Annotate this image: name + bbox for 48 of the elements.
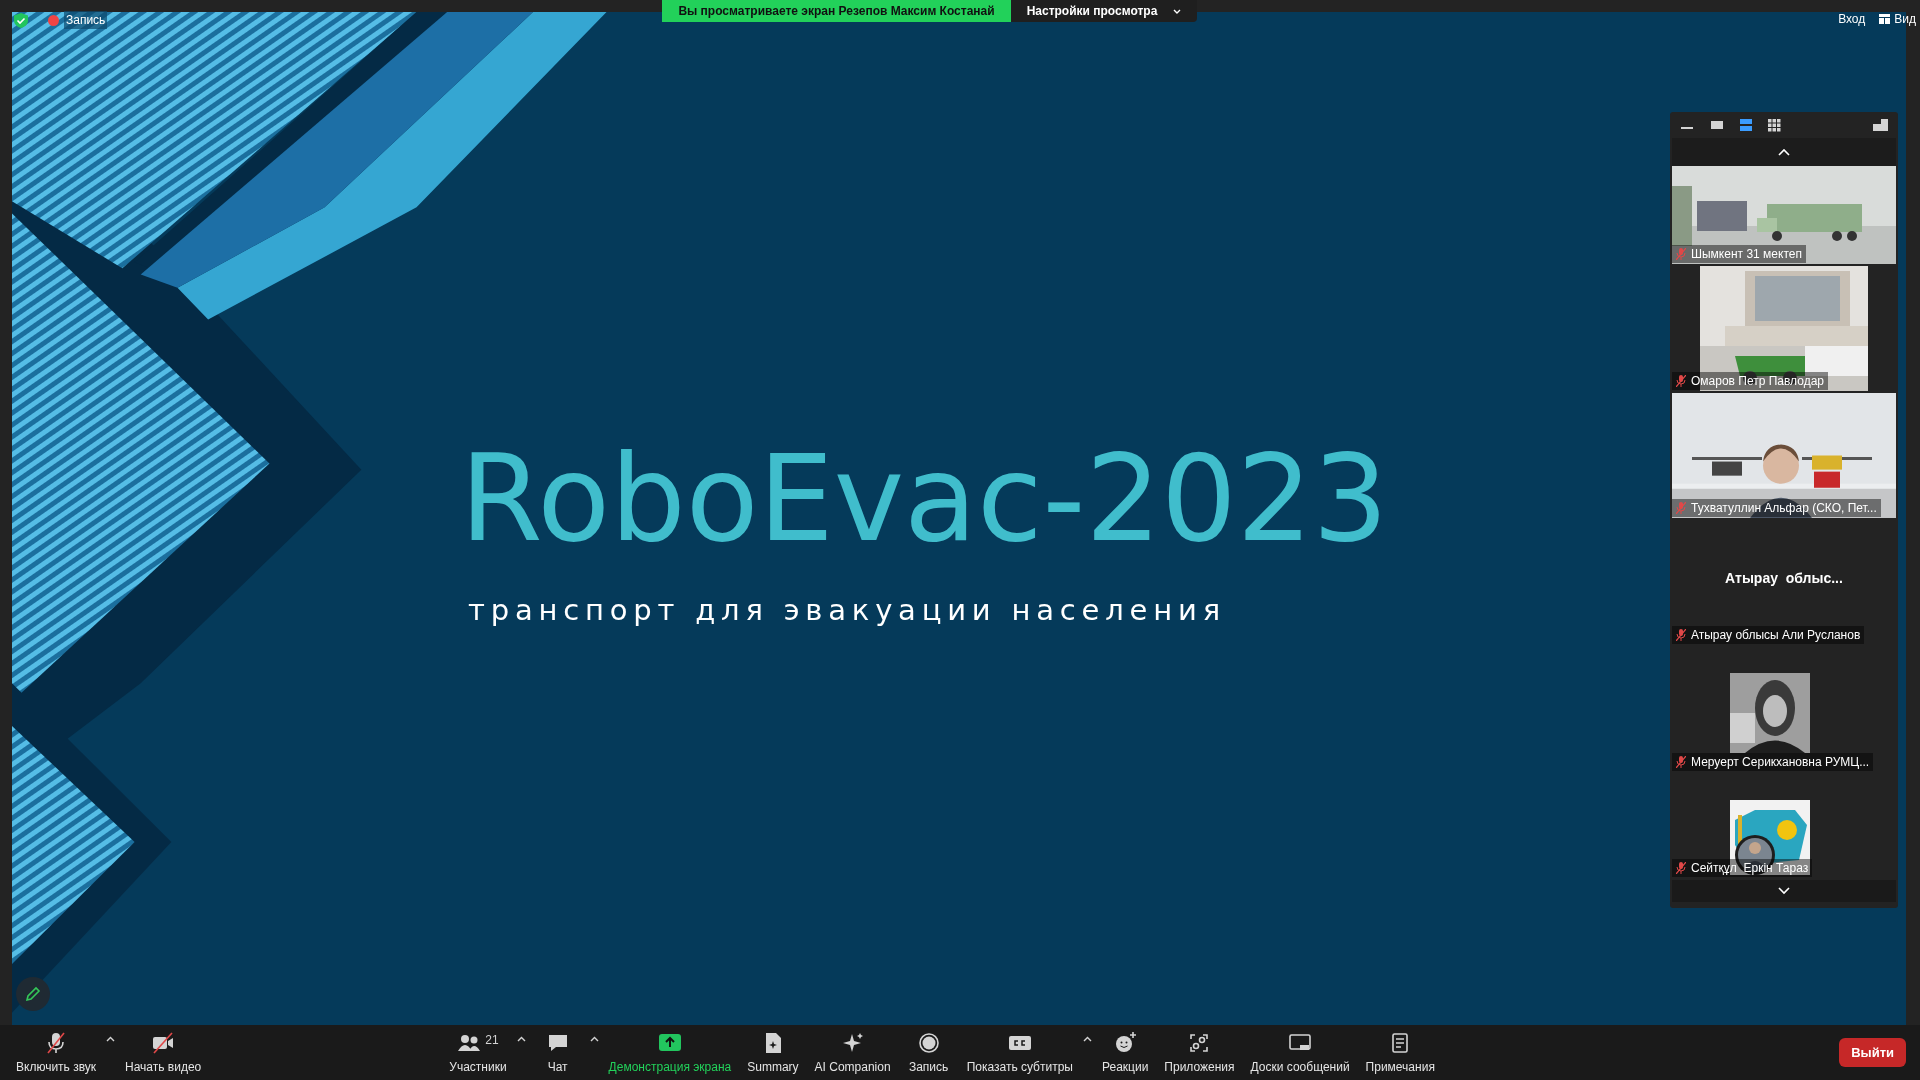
caret-button[interactable] (1081, 1035, 1094, 1042)
popout-icon[interactable] (1873, 119, 1888, 131)
caret-icon (516, 1035, 526, 1042)
slide-title: RoboEvac-2023 (460, 440, 1389, 559)
chevron-up-icon (1778, 148, 1790, 156)
speaker-view-icon[interactable] (1738, 118, 1753, 132)
toolbar-button[interactable]: Демонстрация экрана (600, 1025, 740, 1080)
chevron-down-icon (1778, 887, 1790, 895)
muted-microphone-icon (44, 1030, 68, 1055)
view-button[interactable]: Вид (1879, 10, 1916, 28)
grid-view-icon[interactable] (1767, 118, 1782, 132)
participant-count: 21 (485, 1031, 499, 1049)
participant-name: Меруерт Серикхановна РУМЦ... (1691, 754, 1870, 771)
toolbar-button[interactable]: Запись (898, 1025, 959, 1080)
toolbar-button[interactable]: Реакции (1094, 1025, 1157, 1080)
grid-view-icon (1879, 14, 1891, 24)
participant-display-name: Атырау облыс... (1725, 569, 1843, 588)
smiley-plus-icon (1113, 1030, 1138, 1055)
toolbar-button[interactable]: Показать субтитры (958, 1025, 1081, 1080)
toolbar-button[interactable]: Включить звук (8, 1025, 105, 1080)
video-off-icon (151, 1030, 176, 1055)
toolbar-button[interactable]: Чат (527, 1025, 588, 1080)
annotate-button[interactable] (16, 977, 50, 1011)
shield-icon (14, 12, 28, 28)
participant-name: Шымкент 31 мектеп (1691, 246, 1802, 263)
view-settings-button[interactable]: Настройки просмотра (1010, 0, 1198, 22)
caret-icon (106, 1035, 116, 1042)
recording-label: Запись (64, 11, 108, 29)
pencil-icon (25, 986, 41, 1002)
toolbar-button[interactable]: Summary (739, 1025, 807, 1080)
toolbar-button[interactable]: 21 Участники (441, 1025, 515, 1080)
toolbar-button[interactable]: Примечания (1357, 1025, 1443, 1080)
participant-name: Атырау облысы Али Русланов (1691, 627, 1861, 644)
toolbar-button[interactable]: Доски сообщений (1242, 1025, 1358, 1080)
slide-subtitle: транспорт для эвакуации населения (468, 592, 1227, 629)
screen-share-banner: Вы просматриваете экран Резепов Максим Костанай (662, 0, 1011, 22)
participant-name: Сейтқұл Еркін Тараз (1691, 860, 1809, 877)
toolbar-button[interactable]: Приложения (1156, 1025, 1243, 1080)
toolbar-button[interactable]: Начать видео (117, 1025, 210, 1080)
participant-name: Тухватуллин Альфар (СКО, Пет... (1691, 500, 1877, 517)
caret-icon (1083, 1035, 1092, 1042)
single-view-icon[interactable] (1709, 118, 1724, 132)
caret-icon (589, 1035, 599, 1042)
login-link[interactable]: Вход (1838, 10, 1866, 28)
leave-button[interactable]: Выйти (1839, 1037, 1906, 1068)
record-icon (916, 1030, 941, 1055)
chevron-down-icon (1173, 8, 1182, 14)
toolbar-button[interactable]: AI Companion (806, 1025, 899, 1080)
